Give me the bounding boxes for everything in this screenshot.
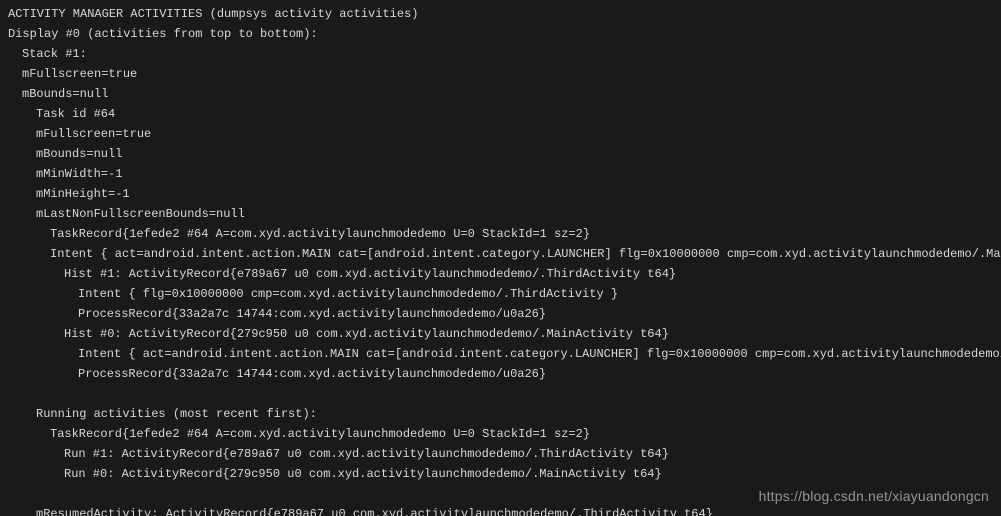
terminal-line: Display #0 (activities from top to botto…	[8, 24, 993, 44]
terminal-line: Run #0: ActivityRecord{279c950 u0 com.xy…	[8, 464, 993, 484]
watermark-text: https://blog.csdn.net/xiayuandongcn	[759, 486, 989, 506]
terminal-line: TaskRecord{1efede2 #64 A=com.xyd.activit…	[8, 224, 993, 244]
terminal-line: mMinWidth=-1	[8, 164, 993, 184]
terminal-line: Intent { act=android.intent.action.MAIN …	[8, 244, 993, 264]
terminal-line	[8, 384, 993, 404]
terminal-line: Task id #64	[8, 104, 993, 124]
terminal-line: mFullscreen=true	[8, 64, 993, 84]
terminal-line: ProcessRecord{33a2a7c 14744:com.xyd.acti…	[8, 304, 993, 324]
terminal-line: Intent { flg=0x10000000 cmp=com.xyd.acti…	[8, 284, 993, 304]
terminal-line: Hist #0: ActivityRecord{279c950 u0 com.x…	[8, 324, 993, 344]
terminal-line: TaskRecord{1efede2 #64 A=com.xyd.activit…	[8, 424, 993, 444]
terminal-line: mMinHeight=-1	[8, 184, 993, 204]
terminal-line: Running activities (most recent first):	[8, 404, 993, 424]
terminal-line: mBounds=null	[8, 144, 993, 164]
terminal-line: mBounds=null	[8, 84, 993, 104]
terminal-line: Stack #1:	[8, 44, 993, 64]
terminal-line: ProcessRecord{33a2a7c 14744:com.xyd.acti…	[8, 364, 993, 384]
terminal-line: mFullscreen=true	[8, 124, 993, 144]
terminal-line: Intent { act=android.intent.action.MAIN …	[8, 344, 993, 364]
terminal-output: ACTIVITY MANAGER ACTIVITIES (dumpsys act…	[0, 0, 1001, 516]
terminal-line: Hist #1: ActivityRecord{e789a67 u0 com.x…	[8, 264, 993, 284]
terminal-line: Run #1: ActivityRecord{e789a67 u0 com.xy…	[8, 444, 993, 464]
terminal-line: ACTIVITY MANAGER ACTIVITIES (dumpsys act…	[8, 4, 993, 24]
terminal-line: mLastNonFullscreenBounds=null	[8, 204, 993, 224]
